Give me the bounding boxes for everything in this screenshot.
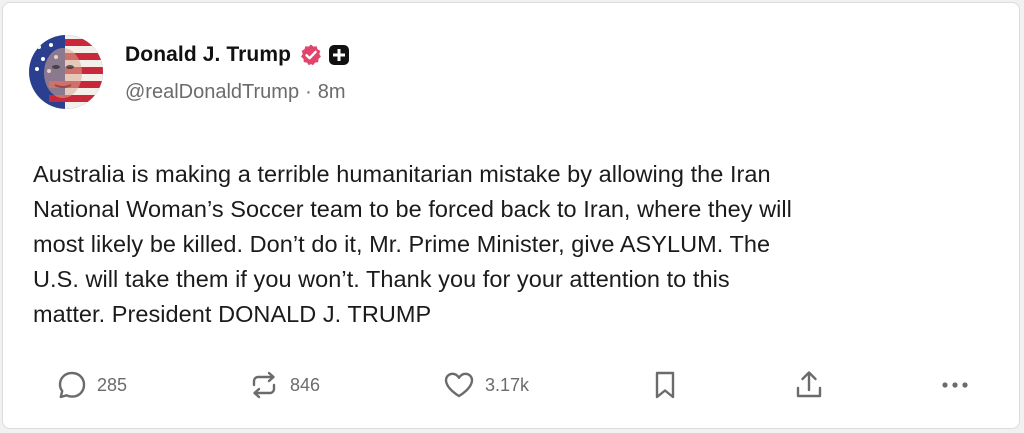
name-row: Donald J. Trump	[125, 41, 350, 69]
author-identity: Donald J. Trump @realDonaldTrump · 8m	[125, 35, 350, 104]
avatar[interactable]	[29, 35, 103, 109]
separator-dot: ·	[305, 81, 312, 103]
author-display-name[interactable]: Donald J. Trump	[125, 43, 291, 67]
handle-row: @realDonaldTrump · 8m	[125, 81, 350, 104]
post-header: Donald J. Trump @realDonaldTrump · 8m	[29, 35, 350, 115]
post-timestamp[interactable]: 8m	[318, 81, 346, 104]
share-button[interactable]	[792, 363, 826, 407]
reply-count: 285	[97, 374, 128, 395]
plus-badge-icon	[328, 44, 350, 66]
reply-icon	[55, 368, 89, 402]
like-count: 3.17k	[485, 374, 530, 395]
repost-button[interactable]: 846	[246, 363, 320, 407]
like-button[interactable]: 3.17k	[441, 363, 529, 407]
post-text: Australia is making a terrible humanitar…	[33, 161, 792, 327]
avatar-image	[29, 35, 103, 109]
repost-icon	[246, 368, 282, 402]
author-handle[interactable]: @realDonaldTrump	[125, 81, 299, 104]
verified-badge-icon	[299, 43, 323, 67]
bookmark-button[interactable]	[651, 363, 679, 407]
heart-icon	[441, 368, 477, 402]
action-bar: 285 846 3.17k	[3, 363, 1021, 407]
more-icon	[937, 368, 973, 402]
more-options-button[interactable]	[937, 363, 973, 407]
post-card: Donald J. Trump @realDonaldTrump · 8m Au…	[2, 2, 1020, 429]
reply-button[interactable]: 285	[55, 363, 127, 407]
repost-count: 846	[290, 374, 321, 395]
bookmark-icon	[651, 368, 679, 402]
share-icon	[792, 368, 826, 402]
